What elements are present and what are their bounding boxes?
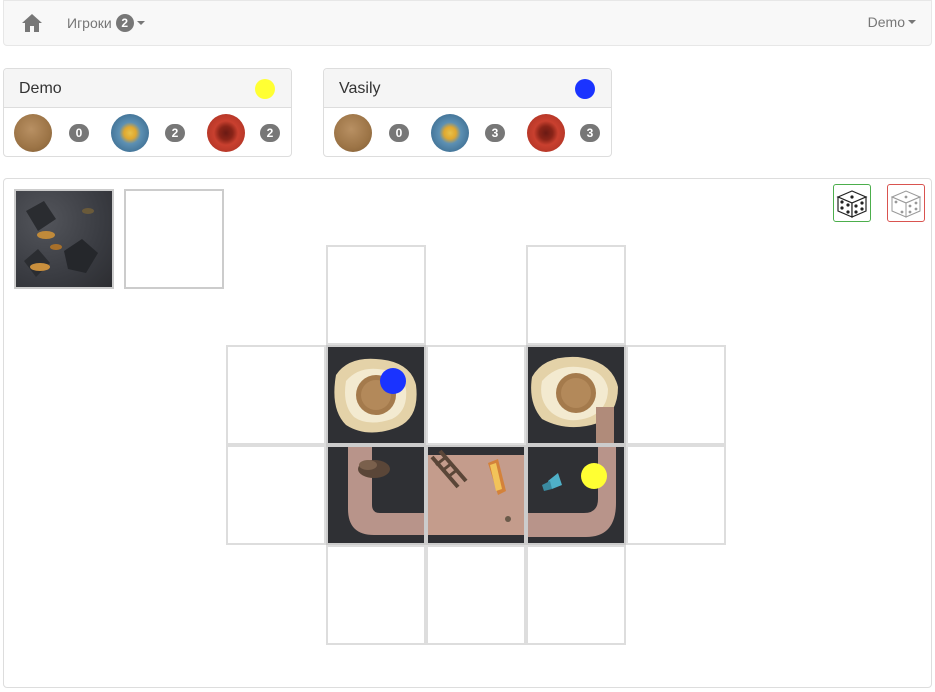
green-dice-button[interactable] xyxy=(833,184,871,222)
board-cell[interactable] xyxy=(626,445,726,545)
board-cell[interactable] xyxy=(326,245,426,345)
cave-tunnel-icon xyxy=(328,447,424,543)
game-board xyxy=(3,178,932,688)
dice-icon xyxy=(836,190,868,218)
players-label: Игроки xyxy=(67,15,112,31)
cave-tile-treasure[interactable] xyxy=(326,345,426,445)
blue-crest-count: 3 xyxy=(485,124,505,142)
cave-tile-tunnel[interactable] xyxy=(526,445,626,545)
player-panel-demo: Demo 0 2 2 xyxy=(3,68,292,157)
board-cell[interactable] xyxy=(526,245,626,345)
cave-room-icon xyxy=(428,447,524,543)
board-cell[interactable] xyxy=(326,545,426,645)
red-bat-count: 2 xyxy=(260,124,280,142)
cave-tile-room[interactable] xyxy=(426,445,526,545)
player-color-dot xyxy=(575,79,595,99)
player-name: Vasily xyxy=(339,80,381,97)
red-bat-token-icon xyxy=(527,114,565,152)
player-panel-vasily: Vasily 0 3 3 xyxy=(323,68,612,157)
board-cell[interactable] xyxy=(526,545,626,645)
next-tile-preview[interactable] xyxy=(14,189,114,289)
red-dice-button[interactable] xyxy=(887,184,925,222)
blue-crest-count: 2 xyxy=(165,124,185,142)
coin-token-icon xyxy=(14,114,52,152)
home-icon[interactable] xyxy=(20,11,44,35)
board-cell[interactable] xyxy=(226,445,326,545)
board-cell[interactable] xyxy=(426,545,526,645)
blue-crest-token-icon xyxy=(431,114,469,152)
coin-count: 0 xyxy=(389,124,409,142)
empty-tile-slot[interactable] xyxy=(124,189,224,289)
caret-down-icon xyxy=(908,20,916,24)
cave-tile-tunnel[interactable] xyxy=(326,445,426,545)
vasily-pawn[interactable] xyxy=(380,368,406,394)
player-panel-header: Demo xyxy=(4,69,291,108)
cave-chamber-icon xyxy=(528,347,624,443)
user-label: Demo xyxy=(867,14,905,30)
board-cell[interactable] xyxy=(426,345,526,445)
coin-count: 0 xyxy=(69,124,89,142)
cave-chamber-icon xyxy=(328,347,424,443)
cave-tunnel-icon xyxy=(528,447,624,543)
player-tokens: 0 3 3 xyxy=(324,108,611,158)
players-count-badge: 2 xyxy=(115,14,134,32)
demo-pawn[interactable] xyxy=(581,463,607,489)
player-color-dot xyxy=(255,79,275,99)
coin-token-icon xyxy=(334,114,372,152)
navbar: Игроки 2 Demo xyxy=(3,0,932,46)
cave-tile-treasure[interactable] xyxy=(526,345,626,445)
player-name: Demo xyxy=(19,80,62,97)
red-bat-token-icon xyxy=(207,114,245,152)
blue-crest-token-icon xyxy=(111,114,149,152)
board-cell[interactable] xyxy=(226,345,326,445)
dice-icon xyxy=(890,190,922,218)
player-tokens: 0 2 2 xyxy=(4,108,291,158)
player-panel-header: Vasily xyxy=(324,69,611,108)
red-bat-count: 3 xyxy=(580,124,600,142)
user-dropdown[interactable]: Demo xyxy=(868,14,916,30)
board-cell[interactable] xyxy=(626,345,726,445)
cave-rocks-icon xyxy=(24,201,98,277)
players-dropdown[interactable]: Игроки 2 xyxy=(67,14,145,32)
caret-down-icon xyxy=(136,21,145,25)
